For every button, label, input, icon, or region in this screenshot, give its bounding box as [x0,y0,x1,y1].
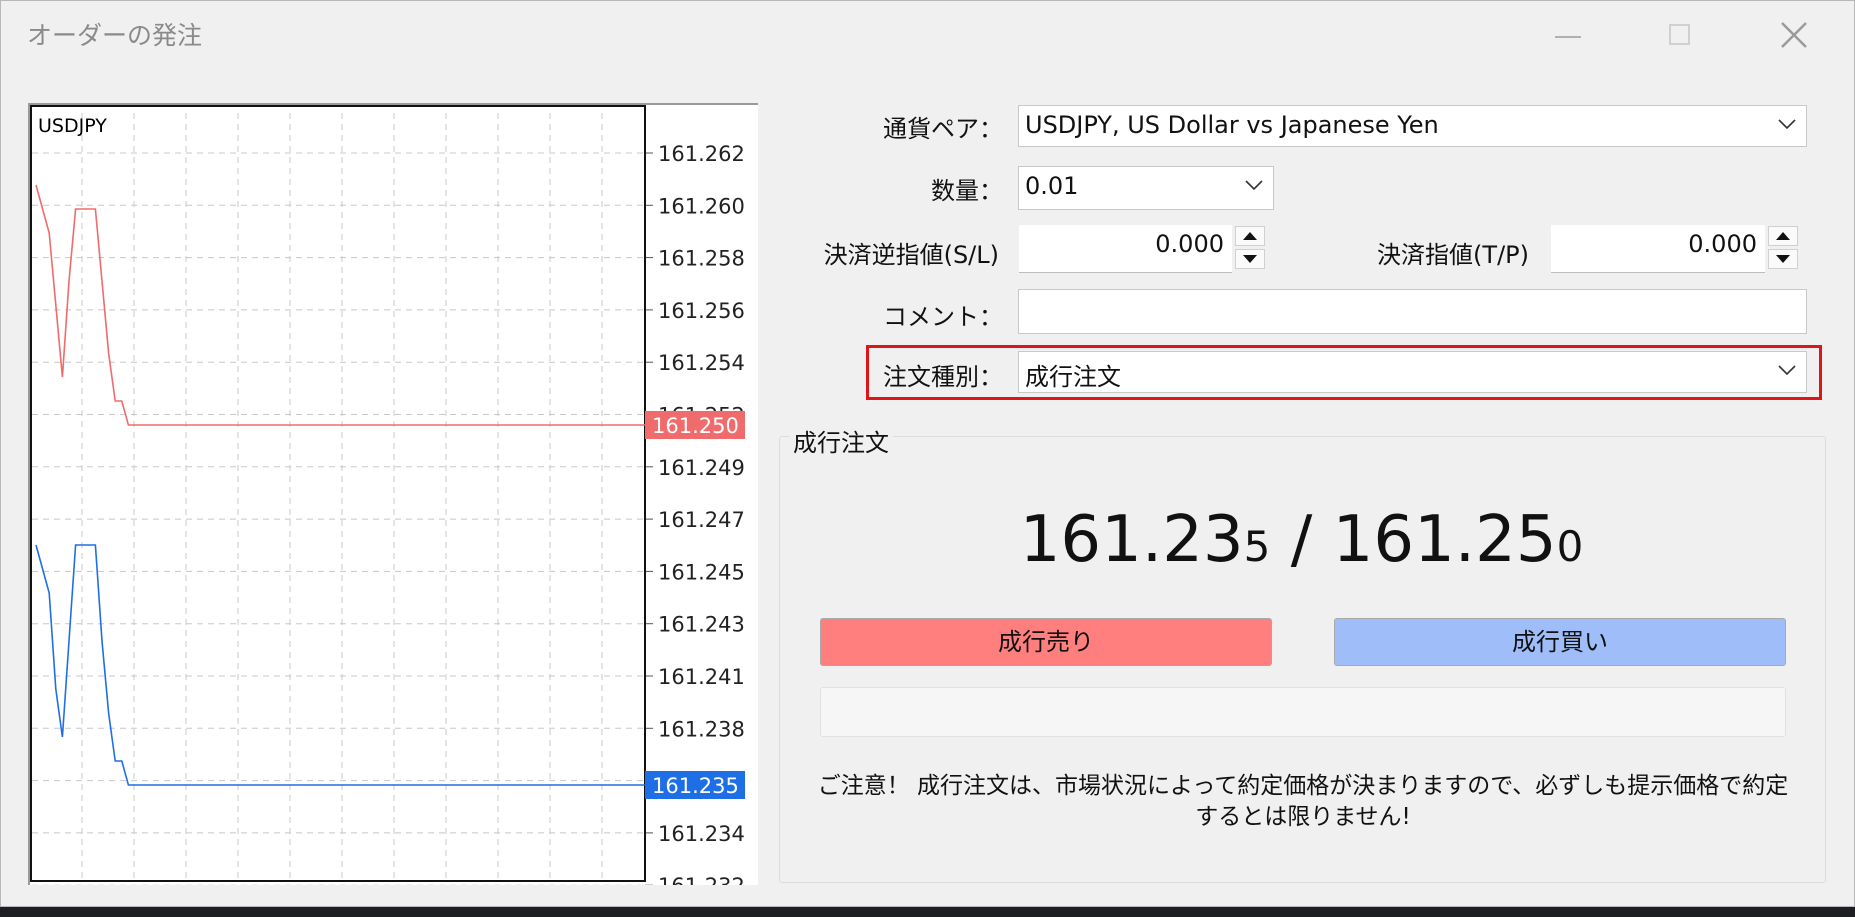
arrow-down-icon [1243,255,1257,263]
volume-label: 数量： [931,177,1003,205]
y-tick-label: 161.241 [658,665,745,689]
y-tick-label: 161.245 [658,560,745,584]
sl-down-button[interactable] [1235,249,1265,269]
comment-input[interactable] [1018,289,1807,334]
maximize-icon[interactable] [1652,7,1708,63]
order-type-label: 注文種別： [883,363,1003,391]
sl-label: 決済逆指値(S/L) [823,241,999,269]
buy-by-market-button[interactable]: 成行買い [1334,618,1786,666]
close-icon[interactable] [1766,7,1822,63]
arrow-up-icon [1243,232,1257,240]
symbol-label: 通貨ペア： [883,115,1003,143]
sl-spinner[interactable] [1232,225,1268,271]
chevron-down-icon [1778,365,1796,376]
tp-down-button[interactable] [1768,249,1798,269]
y-tick-label: 161.258 [658,247,745,271]
tp-input[interactable]: 0.000 [1551,225,1765,273]
chart-symbol-label: USDJPY [38,115,107,137]
tp-up-button[interactable] [1768,226,1798,246]
chevron-down-icon [1245,180,1263,191]
arrow-up-icon [1776,232,1790,240]
ask-price-marker-label: 161.250 [652,414,739,438]
bid-price-line [35,544,645,786]
symbol-select[interactable]: USDJPY, US Dollar vs Japanese Yen [1018,105,1807,147]
y-tick-label: 161.254 [658,351,745,375]
price-separator: / [1270,503,1333,577]
arrow-down-icon [1776,255,1790,263]
bid-price: 161.23 [1019,503,1244,577]
bid-price-marker-label: 161.235 [652,774,739,798]
y-tick-label: 161.238 [658,717,745,741]
chevron-down-icon [1778,119,1796,130]
y-tick-label: 161.247 [658,508,745,532]
y-tick-label: 161.262 [658,142,745,166]
title-bar: オーダーの発注 [1,1,1854,69]
sl-up-button[interactable] [1235,226,1265,246]
tp-spinner[interactable] [1765,225,1801,271]
volume-value: 0.01 [1025,172,1079,200]
comment-label: コメント： [883,303,1003,331]
y-tick-label: 161.234 [658,822,745,846]
y-tick-label: 161.260 [658,194,745,218]
order-window: オーダーの発注 161.262 161.260 161.258 161.256 161.… [0,0,1855,907]
price-quote: 161.235 / 161.250 [779,503,1824,577]
ask-price: 161.25 [1332,503,1557,577]
y-tick-label: 161.256 [658,299,745,323]
minimize-icon[interactable] [1539,7,1595,63]
order-type-value: 成行注文 [1025,363,1121,391]
sl-value: 0.000 [1155,230,1224,258]
volume-select[interactable]: 0.01 [1018,166,1274,210]
market-order-notice: ご注意！ 成行注文は、市場状況によって約定価格が決まりますので、必ずしも提示価格… [817,773,1789,830]
sl-input[interactable]: 0.000 [1019,225,1232,273]
status-message-box [820,687,1786,737]
market-order-group-title: 成行注文 [789,423,893,458]
symbol-value: USDJPY, US Dollar vs Japanese Yen [1025,111,1439,139]
ask-price-last-digit: 0 [1556,522,1584,571]
bid-price-last-digit: 5 [1243,522,1271,571]
y-tick-label: 161.232 [658,874,745,885]
tp-label: 決済指値(T/P) [1377,241,1529,269]
window-title: オーダーの発注 [27,21,203,50]
y-tick-label: 161.243 [658,613,745,637]
order-type-select[interactable]: 成行注文 [1018,351,1807,393]
tp-value: 0.000 [1688,230,1757,258]
tick-chart: 161.262 161.260 161.258 161.256 161.254 161.2… [28,103,758,885]
chart-canvas: 161.262 161.260 161.258 161.256 161.254 161.2… [30,105,745,885]
sell-by-market-button[interactable]: 成行売り [820,618,1272,666]
y-tick-label: 161.249 [658,456,745,480]
ask-price-line [35,184,645,426]
